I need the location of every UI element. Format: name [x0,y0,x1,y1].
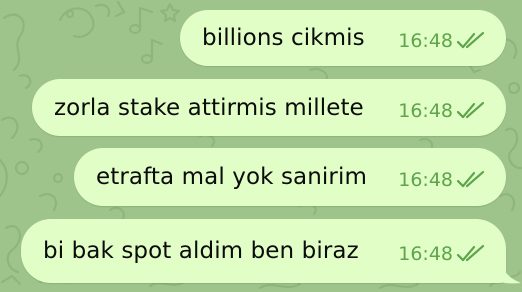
message-text: bi bak spot aldim ben biraz [43,238,359,264]
double-check-read-icon [456,244,485,262]
message-meta: 16:48 [398,30,486,52]
message-text: billions cikmis [202,25,365,51]
message-bubble[interactable]: zorla stake attirmis millete 16:48 [32,79,506,136]
message-meta: 16:48 [398,169,486,191]
message-time: 16:48 [398,243,453,266]
message-time: 16:48 [398,99,453,122]
chat-wallpaper: billions cikmis 16:48 zorla stake attirm… [0,0,522,292]
message-meta: 16:48 [398,243,486,265]
message-text: etrafta mal yok sanirim [96,164,367,190]
bubble-tail [490,258,521,284]
double-check-read-icon [456,101,485,118]
message-bubble[interactable]: billions cikmis 16:48 [180,10,506,66]
message-text: zorla stake attirmis millete [54,94,364,121]
message-bubble[interactable]: bi bak spot aldim ben biraz 16:48 [21,219,506,283]
double-check-read-icon [456,170,485,188]
message-meta: 16:48 [398,100,486,122]
message-bubble[interactable]: etrafta mal yok sanirim 16:48 [74,148,506,206]
double-check-read-icon [456,31,485,49]
message-time: 16:48 [398,30,453,53]
message-time: 16:48 [398,169,453,192]
